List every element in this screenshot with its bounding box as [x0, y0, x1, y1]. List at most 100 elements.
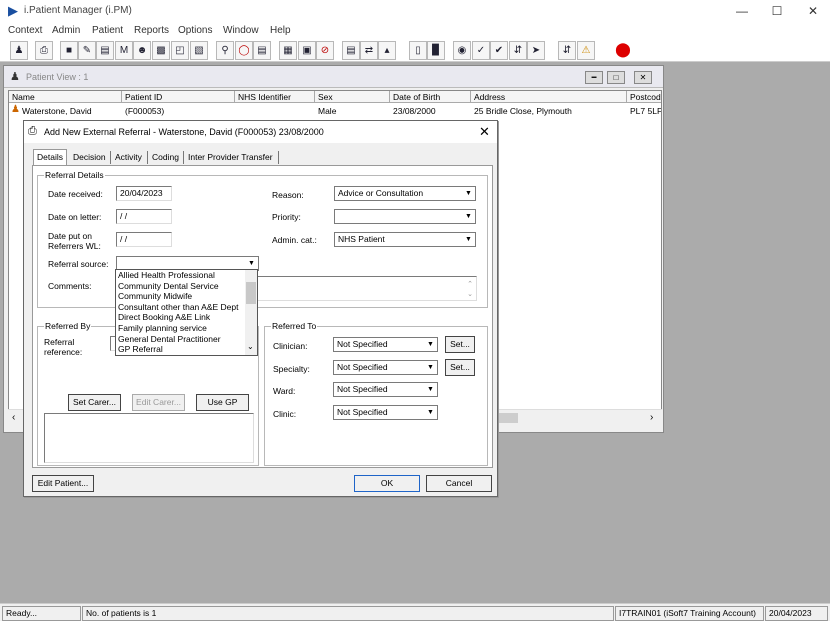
clinician-value: Not Specified — [337, 339, 388, 349]
scroll-left-icon[interactable]: ‹ — [12, 412, 15, 423]
date-received-field[interactable]: 20/04/2023 — [116, 186, 172, 201]
admission-icon[interactable]: ✎ — [78, 41, 96, 60]
reason-dropdown[interactable]: Advice or Consultation ▼ — [334, 186, 476, 201]
discharge-icon[interactable]: ▴ — [378, 41, 396, 60]
cancel-button[interactable]: Cancel — [426, 475, 492, 492]
pv-close-button[interactable]: ✕ — [634, 71, 652, 84]
date-on-letter-field[interactable]: / / — [116, 209, 172, 224]
date-put-on-wl-field[interactable]: / / — [116, 232, 172, 247]
referred-to-group: Referred To Clinician: Not Specified ▼ S… — [264, 321, 488, 466]
clock-icon[interactable]: ◯ — [235, 41, 253, 60]
notes-icon[interactable]: ▩ — [152, 41, 170, 60]
tab-inter-provider-transfer[interactable]: Inter Provider Transfer — [185, 150, 276, 165]
menu-context[interactable]: Context — [8, 25, 42, 36]
check-icon[interactable]: ✓ — [472, 41, 490, 60]
transfer-icon[interactable]: ⇄ — [360, 41, 378, 60]
verify-icon[interactable]: ✔ — [490, 41, 508, 60]
bed-icon[interactable]: ▧ — [190, 41, 208, 60]
use-gp-button[interactable]: Use GP — [196, 394, 249, 411]
pv-minimize-button[interactable]: ━ — [585, 71, 603, 84]
list-item[interactable]: Consultant other than A&E Dept — [116, 302, 257, 313]
dropdown-arrow-icon[interactable]: ▼ — [425, 407, 436, 418]
scroll-thumb[interactable] — [246, 282, 256, 304]
minimize-button[interactable]: — — [724, 2, 760, 20]
clinician-dropdown[interactable]: Not Specified ▼ — [333, 337, 438, 352]
forward-icon[interactable]: ➤ — [527, 41, 545, 60]
priority-dropdown[interactable]: ▼ — [334, 209, 476, 224]
swap-icon[interactable]: ⇵ — [509, 41, 527, 60]
menu-window[interactable]: Window — [223, 25, 259, 36]
cell-address: 25 Bridle Close, Plymouth — [474, 106, 572, 116]
menu-reports[interactable]: Reports — [134, 25, 169, 36]
menu-options[interactable]: Options — [178, 25, 212, 36]
scroll-right-icon[interactable]: › — [650, 412, 653, 423]
search-icon[interactable]: ⚲ — [216, 41, 234, 60]
set-specialty-button[interactable]: Set... — [445, 359, 475, 376]
list-item[interactable]: Community Dental Service — [116, 281, 257, 292]
tab-activity[interactable]: Activity — [112, 150, 145, 165]
dropdown-arrow-icon[interactable]: ▼ — [463, 188, 474, 199]
dropdown-arrow-icon[interactable]: ▼ — [425, 384, 436, 395]
set-carer-button[interactable]: Set Carer... — [68, 394, 121, 411]
clinic-dropdown[interactable]: Not Specified ▼ — [333, 405, 438, 420]
table-row[interactable]: ♟ Waterstone, David (F000053) Male 23/08… — [9, 104, 661, 118]
print-icon[interactable]: ⎙ — [35, 41, 53, 60]
diary-icon[interactable]: ▦ — [279, 41, 297, 60]
referral-source-list[interactable]: Allied Health Professional Community Den… — [115, 269, 258, 356]
list-item[interactable]: General Dental Practitioner — [116, 334, 257, 345]
tab-coding[interactable]: Coding — [149, 150, 182, 165]
tab-details[interactable]: Details — [33, 149, 67, 166]
specialty-dropdown[interactable]: Not Specified ▼ — [333, 360, 438, 375]
tab-decision[interactable]: Decision — [70, 150, 109, 165]
scroll-down-icon[interactable]: ⌄ — [247, 342, 254, 351]
close-button[interactable]: ✕ — [795, 2, 830, 20]
no-entry-icon[interactable]: ⊘ — [316, 41, 334, 60]
mail-icon[interactable]: M — [115, 41, 133, 60]
dropdown-arrow-icon[interactable]: ▼ — [246, 258, 257, 269]
dropdown-arrow-icon[interactable]: ▼ — [425, 339, 436, 350]
column-header-dob[interactable]: Date of Birth — [390, 91, 471, 103]
user-icon[interactable]: ☻ — [133, 41, 151, 60]
list-item[interactable]: GP Referral — [116, 344, 257, 355]
edit-patient-button[interactable]: Edit Patient... — [32, 475, 94, 492]
comments-scroll-down-icon[interactable]: ⌄ — [467, 288, 473, 300]
column-header-address[interactable]: Address — [471, 91, 627, 103]
document-icon[interactable]: ▤ — [342, 41, 360, 60]
calendar-icon[interactable]: ▤ — [253, 41, 271, 60]
list-item[interactable]: Direct Booking A&E Link — [116, 312, 257, 323]
ward-dropdown[interactable]: Not Specified ▼ — [333, 382, 438, 397]
set-clinician-button[interactable]: Set... — [445, 336, 475, 353]
list-item[interactable]: Allied Health Professional — [116, 270, 257, 281]
records-icon[interactable]: ▤ — [96, 41, 114, 60]
globe-icon[interactable]: ◉ — [453, 41, 471, 60]
find-patient-icon[interactable]: ♟ — [10, 41, 28, 60]
warning-icon[interactable]: ⚠ — [577, 41, 595, 60]
column-header-sex[interactable]: Sex — [315, 91, 390, 103]
referral-icon[interactable]: ■ — [60, 41, 78, 60]
report-icon[interactable]: ▯ — [409, 41, 427, 60]
dropdown-arrow-icon[interactable]: ▼ — [463, 234, 474, 245]
menu-admin[interactable]: Admin — [52, 25, 80, 36]
dropdown-arrow-icon[interactable]: ▼ — [425, 362, 436, 373]
menu-patient[interactable]: Patient — [92, 25, 123, 36]
column-header-patient-id[interactable]: Patient ID — [122, 91, 235, 103]
schedule-icon[interactable]: ▣ — [298, 41, 316, 60]
admin-cat-dropdown[interactable]: NHS Patient ▼ — [334, 232, 476, 247]
list-item[interactable]: Family planning service — [116, 323, 257, 334]
exit-icon[interactable]: ⬤ — [614, 41, 632, 60]
list-scrollbar[interactable]: ⌄ — [245, 270, 257, 355]
ward-icon[interactable]: ◰ — [171, 41, 189, 60]
sort-icon[interactable]: ⇵ — [558, 41, 576, 60]
maximize-button[interactable]: ☐ — [759, 2, 795, 20]
cell-dob: 23/08/2000 — [393, 106, 436, 116]
column-header-nhs-id[interactable]: NHS Identifier — [235, 91, 315, 103]
list-item[interactable]: Community Midwife — [116, 291, 257, 302]
column-header-name[interactable]: Name — [9, 91, 122, 103]
menu-help[interactable]: Help — [270, 25, 291, 36]
column-header-postcode[interactable]: Postcod — [627, 91, 661, 103]
bar-chart-icon[interactable]: ▉ — [427, 41, 445, 60]
dropdown-arrow-icon[interactable]: ▼ — [463, 211, 474, 222]
ok-button[interactable]: OK — [354, 475, 420, 492]
pv-restore-button[interactable]: □ — [607, 71, 625, 84]
dialog-close-icon[interactable]: ✕ — [479, 124, 490, 140]
